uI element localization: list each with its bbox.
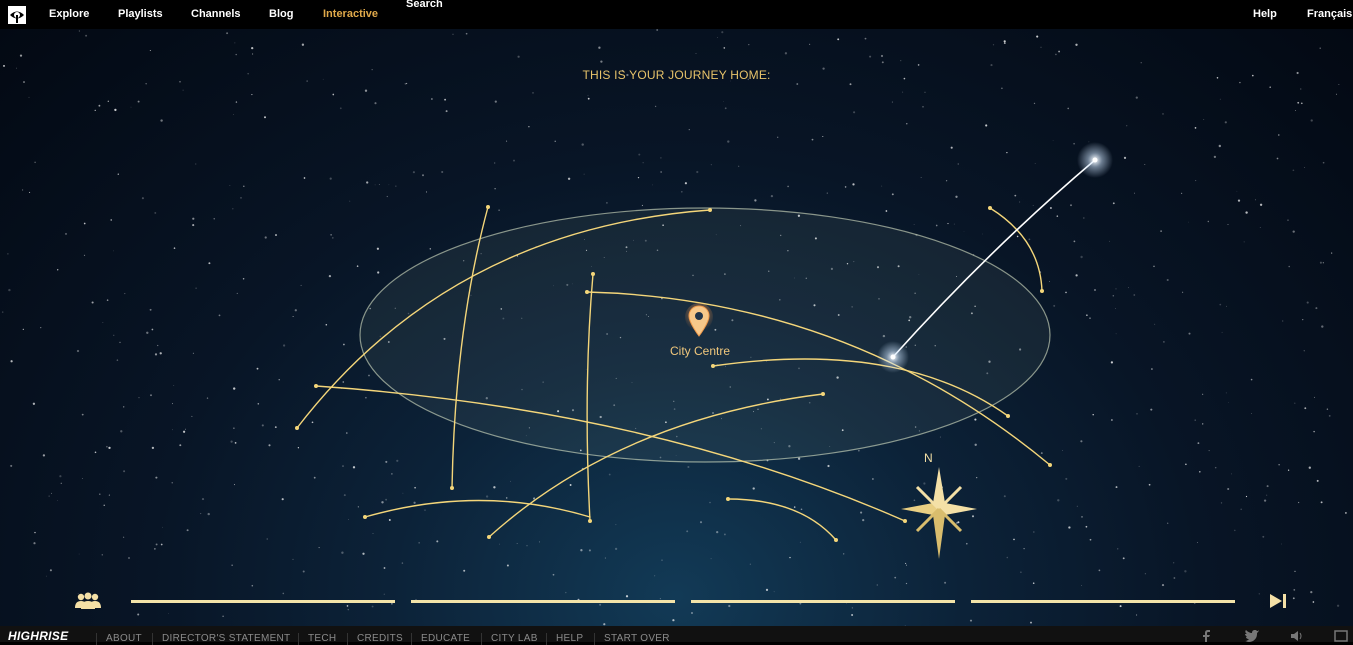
footer-credits[interactable]: CREDITS bbox=[347, 633, 403, 645]
compass-north-label: N bbox=[924, 451, 933, 465]
footer-city-lab[interactable]: CITY LAB bbox=[481, 633, 538, 645]
footer-educate[interactable]: EDUCATE bbox=[411, 633, 470, 645]
compass-icon: N bbox=[901, 451, 977, 559]
footer: HIGHRISE ABOUT DIRECTOR'S STATEMENT TECH… bbox=[0, 626, 1353, 645]
sound-icon[interactable] bbox=[1290, 630, 1304, 642]
journey-stage: THIS IS YOUR JOURNEY HOME: City Centre N bbox=[0, 29, 1353, 626]
footer-directors-statement[interactable]: DIRECTOR'S STATEMENT bbox=[152, 633, 290, 645]
fullscreen-icon[interactable] bbox=[1334, 630, 1348, 642]
nav-interactive[interactable]: Interactive bbox=[323, 8, 378, 20]
footer-start-over[interactable]: START OVER bbox=[594, 633, 670, 645]
route-line bbox=[727, 498, 837, 541]
journey-map bbox=[295, 142, 1113, 542]
location-pin-icon[interactable] bbox=[685, 303, 713, 339]
footer-help[interactable]: HELP bbox=[546, 633, 583, 645]
people-icon[interactable] bbox=[73, 592, 103, 610]
facebook-icon[interactable] bbox=[1200, 630, 1214, 642]
progress-segment-3[interactable] bbox=[691, 600, 955, 603]
nav-playlists[interactable]: Playlists bbox=[118, 8, 163, 20]
route-line bbox=[364, 499, 591, 518]
footer-about[interactable]: ABOUT bbox=[96, 633, 142, 645]
journey-headline: THIS IS YOUR JOURNEY HOME: bbox=[582, 68, 771, 82]
nav-channels[interactable]: Channels bbox=[191, 8, 241, 20]
skip-next-icon[interactable] bbox=[1268, 592, 1288, 610]
nav-blog[interactable]: Blog bbox=[269, 8, 293, 20]
pin-label: City Centre bbox=[669, 344, 731, 358]
progress-segment-2[interactable] bbox=[411, 600, 675, 603]
search-link[interactable]: Search bbox=[406, 0, 443, 10]
nav-language[interactable]: Français bbox=[1307, 8, 1352, 20]
progress-segment-1[interactable] bbox=[131, 600, 395, 603]
top-nav: Explore Playlists Channels Blog Interact… bbox=[0, 0, 1353, 29]
eye-icon[interactable] bbox=[7, 5, 27, 25]
nav-explore[interactable]: Explore bbox=[49, 8, 89, 20]
footer-tech[interactable]: TECH bbox=[298, 633, 336, 645]
progress-segment-4[interactable] bbox=[971, 600, 1235, 603]
brand-logo[interactable]: HIGHRISE bbox=[8, 629, 68, 643]
twitter-icon[interactable] bbox=[1245, 630, 1259, 642]
nav-help[interactable]: Help bbox=[1253, 8, 1277, 20]
